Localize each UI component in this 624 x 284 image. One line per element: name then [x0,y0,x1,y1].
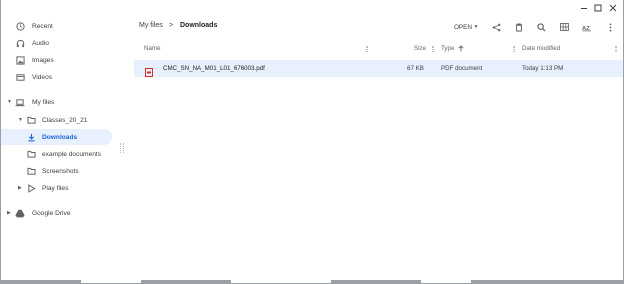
folder-icon [26,166,36,176]
image-icon [15,55,25,65]
sort-ascending-icon[interactable] [458,45,464,54]
column-header-type[interactable]: Type [441,45,454,52]
search-icon[interactable] [534,20,548,34]
sidebar-item-classes[interactable]: ▼ Classes_20_21 [1,112,111,128]
folder-icon [26,115,36,125]
collapse-arrow-icon[interactable]: ▶ [18,185,22,191]
column-resize-handle[interactable] [432,46,434,52]
grid-view-icon[interactable] [557,20,571,34]
column-resize-handle[interactable] [366,46,368,52]
maximize-icon[interactable] [591,1,605,15]
sidebar-item-label: Classes_20_21 [42,116,88,124]
play-store-icon [26,183,36,193]
collapse-arrow-icon[interactable]: ▶ [7,210,11,216]
column-header-name[interactable]: Name [144,45,161,52]
expand-arrow-icon[interactable]: ▼ [18,117,23,123]
more-options-icon[interactable] [603,20,617,34]
folder-icon [26,149,36,159]
download-icon [26,132,36,142]
column-resize-handle[interactable] [513,46,515,52]
column-header-date-modified[interactable]: Date modified [522,45,560,52]
open-dropdown-icon[interactable]: ▼ [472,20,480,34]
sidebar-item-play-files[interactable]: ▶ Play files [1,180,111,196]
files-app-window: Recent Audio Images Videos ▼ My files ▼ … [0,0,624,284]
sidebar-item-screenshots[interactable]: Screenshots [1,163,111,179]
breadcrumb-my-files[interactable]: My files [139,22,163,29]
sidebar-item-recent[interactable]: Recent [1,18,111,34]
title-bar [1,0,623,16]
sidebar-item-label: Images [32,56,54,64]
pdf-file-icon [145,64,153,82]
sidebar-item-label: Downloads [42,133,78,141]
expand-arrow-icon[interactable]: ▼ [7,99,12,105]
close-icon[interactable] [606,1,620,15]
share-icon[interactable] [489,20,503,34]
clock-icon [15,21,25,31]
sidebar-item-my-files[interactable]: ▼ My files [1,94,111,110]
sidebar-item-audio[interactable]: Audio [1,35,111,51]
table-row[interactable]: CMC_SN_NA_M01_L01_676003.pdf 67 KB PDF d… [134,60,623,77]
delete-icon[interactable] [512,20,526,34]
laptop-icon [15,97,25,107]
file-size: 67 KB [407,65,424,72]
open-button-label: OPEN [453,23,473,31]
column-header-size[interactable]: Size [414,45,426,52]
sidebar-item-label: Videos [32,73,53,81]
sidebar-item-label: Screenshots [42,167,79,175]
headphones-icon [15,38,25,48]
sidebar-item-label: Google Drive [32,209,71,217]
breadcrumb-separator: > [169,22,174,29]
minimize-icon[interactable] [577,1,591,15]
sidebar-item-label: Play files [42,184,69,192]
bottom-scrollbar[interactable] [1,280,623,283]
sidebar-item-google-drive[interactable]: ▶ Google Drive [1,205,111,221]
sidebar-resize-handle[interactable] [120,143,124,153]
video-icon [15,72,25,82]
file-name: CMC_SN_NA_M01_L01_676003.pdf [163,65,265,72]
drive-icon [15,208,25,218]
sort-az-icon[interactable]: AZ [580,20,594,34]
file-date-modified: Today 1:13 PM [522,65,564,72]
sidebar-item-label: example documents [42,150,102,158]
sidebar-item-downloads[interactable]: Downloads [1,129,112,145]
column-resize-handle[interactable] [615,46,617,52]
sidebar-item-label: Recent [32,22,53,30]
sidebar-item-images[interactable]: Images [1,52,111,68]
sidebar-item-example-documents[interactable]: example documents [1,146,111,162]
breadcrumb-current: Downloads [180,22,218,29]
sidebar-item-label: My files [32,98,55,106]
sidebar-item-label: Audio [32,39,49,47]
file-list-pane: My files > Downloads OPEN ▼ AZ Name Size… [126,16,623,282]
sidebar-item-videos[interactable]: Videos [1,69,111,85]
file-type: PDF document [441,65,483,72]
sidebar: Recent Audio Images Videos ▼ My files ▼ … [1,16,119,282]
